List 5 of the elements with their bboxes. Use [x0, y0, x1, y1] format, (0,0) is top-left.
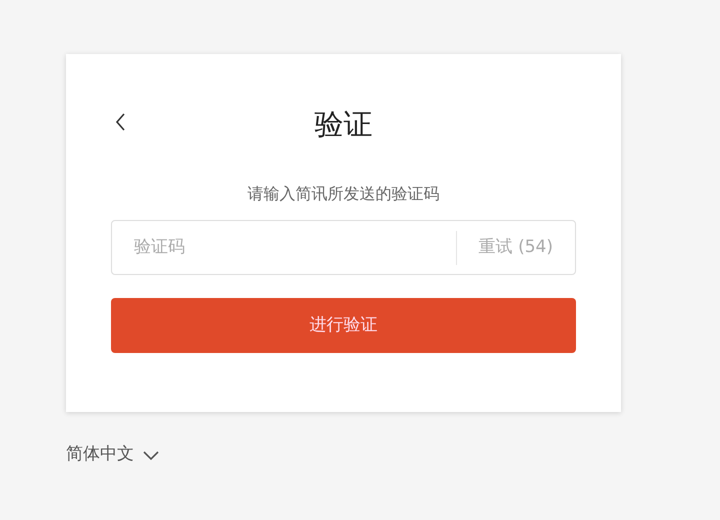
page-title: 验证 [314, 107, 372, 141]
language-selector[interactable]: 简体中文 [66, 442, 160, 468]
chevron-down-icon [142, 448, 160, 461]
instruction-text: 请输入简讯所发送的验证码 [248, 184, 440, 203]
verify-button[interactable]: 进行验证 [111, 298, 576, 353]
